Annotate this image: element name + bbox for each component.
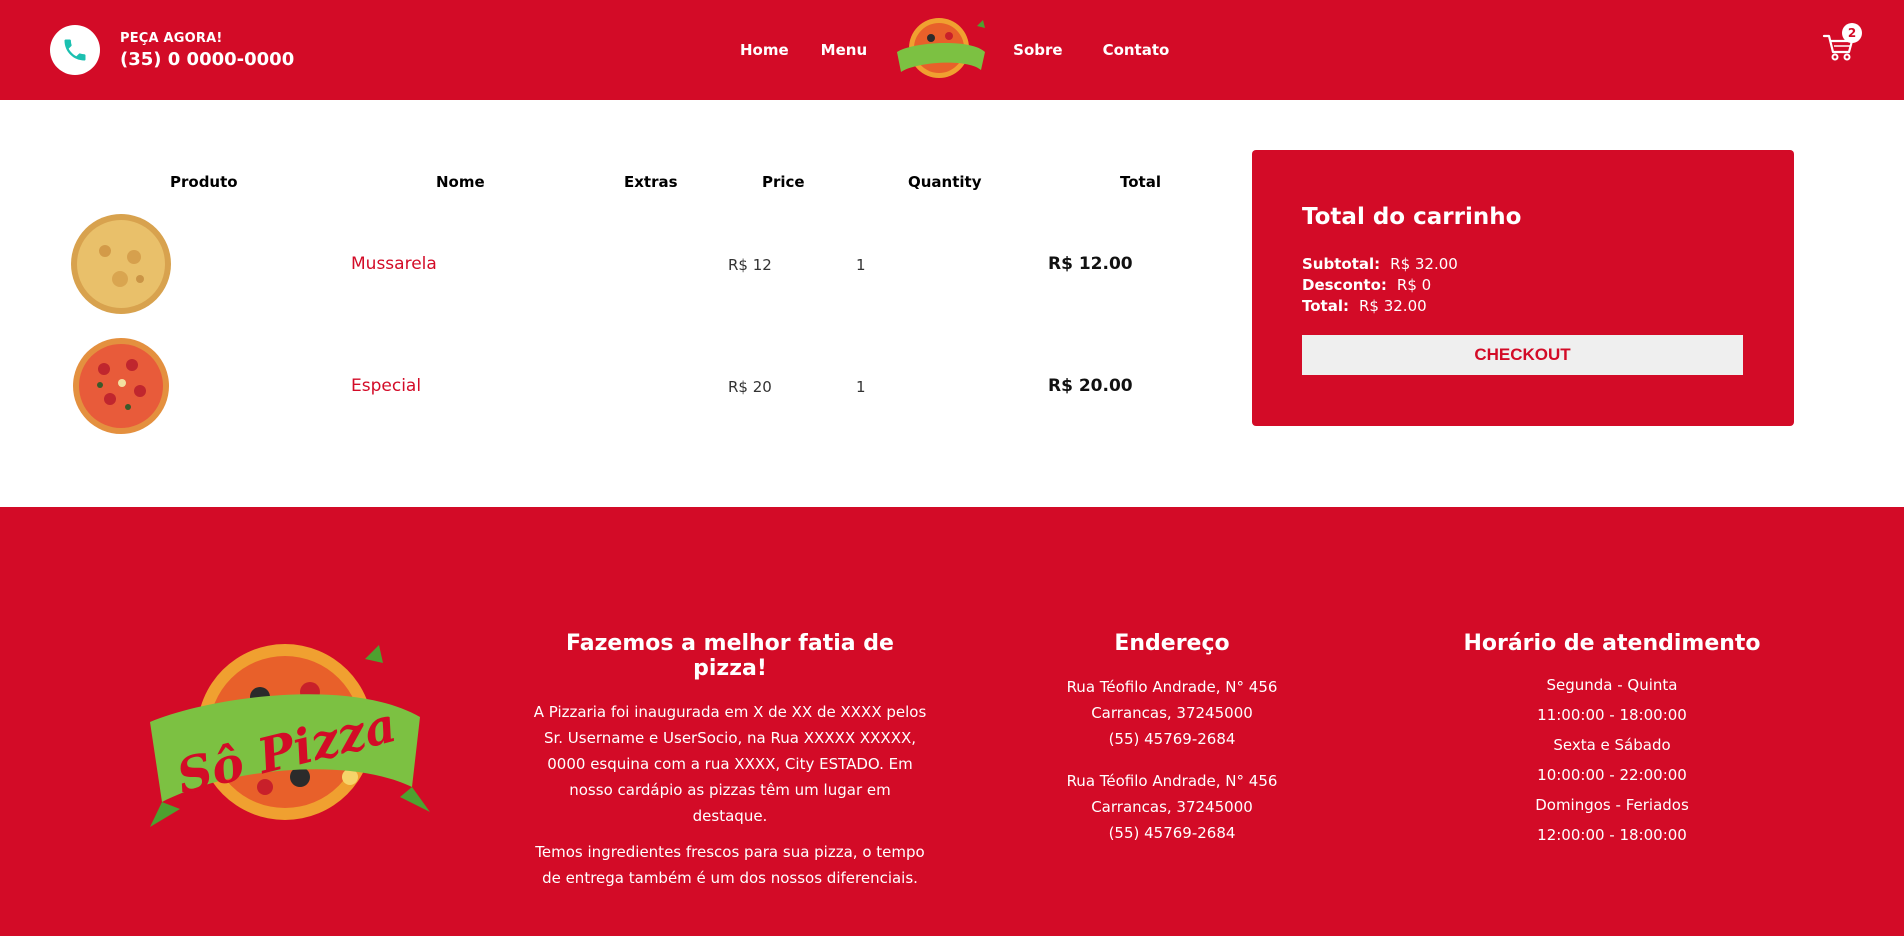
hours-line: Sexta e Sábado (1553, 736, 1671, 754)
product-quantity: 1 (856, 256, 866, 274)
discount-value: R$ 0 (1396, 276, 1432, 294)
subtotal-label: Subtotal: (1302, 255, 1381, 273)
hours-line: 10:00:00 - 22:00:00 (1537, 766, 1687, 784)
address-title: Endereço (1114, 631, 1230, 656)
call-text: PEÇA AGORA! (35) 0 0000-0000 (120, 31, 294, 70)
footer: Sô Pizza Fazemos a melhor fatia de pizza… (0, 507, 1904, 936)
nav-menu[interactable]: Menu (821, 41, 867, 59)
nav-sobre[interactable]: Sobre (1013, 41, 1062, 59)
address-1: Rua Téofilo Andrade, N° 456 Carrancas, 3… (1066, 678, 1278, 748)
summary-lines: Subtotal: R$ 32.00 Desconto: R$ 0 Total: R$… (1302, 254, 1458, 317)
subtotal-value: R$ 32.00 (1390, 255, 1458, 273)
th-produto: Produto (170, 173, 238, 191)
product-price: R$ 20 (728, 378, 772, 396)
total-line: Total: R$ 32.00 (1302, 296, 1458, 317)
navbar: PEÇA AGORA! (35) 0 0000-0000 Home Menu S… (0, 0, 1904, 100)
th-quantity: Quantity (908, 173, 982, 191)
product-name[interactable]: Especial (351, 376, 421, 396)
discount-label: Desconto: (1302, 276, 1387, 294)
nav-home[interactable]: Home (740, 41, 789, 59)
product-image (73, 338, 169, 434)
discount-line: Desconto: R$ 0 (1302, 275, 1458, 296)
call-button[interactable]: PEÇA AGORA! (35) 0 0000-0000 (50, 25, 294, 75)
logo[interactable] (889, 10, 993, 90)
address-2: Rua Téofilo Andrade, N° 456 Carrancas, 3… (1066, 772, 1278, 842)
hours-line: 11:00:00 - 18:00:00 (1537, 706, 1687, 724)
total-value: R$ 32.00 (1358, 297, 1427, 315)
checkout-button[interactable]: CHECKOUT (1302, 335, 1743, 375)
hours-line: 12:00:00 - 18:00:00 (1537, 826, 1687, 844)
main-menu: Home Menu Sobre Contato (740, 0, 1169, 100)
hours-column: Horário de atendimento Segunda - Quinta … (1462, 631, 1762, 850)
summary-title: Total do carrinho (1302, 204, 1522, 230)
th-nome: Nome (436, 173, 485, 191)
call-label: PEÇA AGORA! (120, 30, 223, 46)
product-total: R$ 20.00 (1048, 376, 1133, 396)
cart-counter: 2 (1842, 23, 1862, 43)
nav-contato[interactable]: Contato (1103, 41, 1170, 59)
phone-icon (50, 25, 100, 75)
address-column: Endereço Rua Téofilo Andrade, N° 456 Car… (1022, 631, 1322, 846)
product-total: R$ 12.00 (1048, 254, 1133, 274)
th-price: Price (762, 173, 805, 191)
th-total: Total (1120, 173, 1161, 191)
product-name[interactable]: Mussarela (351, 254, 437, 274)
total-label: Total: (1302, 297, 1349, 315)
th-extras: Extras (624, 173, 678, 191)
about-paragraph-2: Temos ingredientes frescos para sua pizz… (535, 843, 925, 887)
hours-line: Domingos - Feriados (1535, 796, 1689, 814)
hours-title: Horário de atendimento (1463, 631, 1761, 656)
about-title: Fazemos a melhor fatia de pizza! (566, 631, 894, 681)
cart-button[interactable]: 2 (1822, 23, 1862, 64)
call-number: (35) 0 0000-0000 (120, 48, 295, 70)
about-paragraph-1: A Pizzaria foi inaugurada em X de XX de … (533, 703, 927, 825)
cart-summary: Total do carrinho Subtotal: R$ 32.00 Desc… (1252, 150, 1794, 426)
footer-logo: Sô Pizza (150, 644, 430, 827)
product-image (71, 214, 171, 314)
hours-line: Segunda - Quinta (1546, 676, 1678, 694)
subtotal-line: Subtotal: R$ 32.00 (1302, 254, 1458, 275)
about-column: Fazemos a melhor fatia de pizza! A Pizza… (530, 631, 930, 891)
product-price: R$ 12 (728, 256, 772, 274)
product-quantity: 1 (856, 378, 866, 396)
